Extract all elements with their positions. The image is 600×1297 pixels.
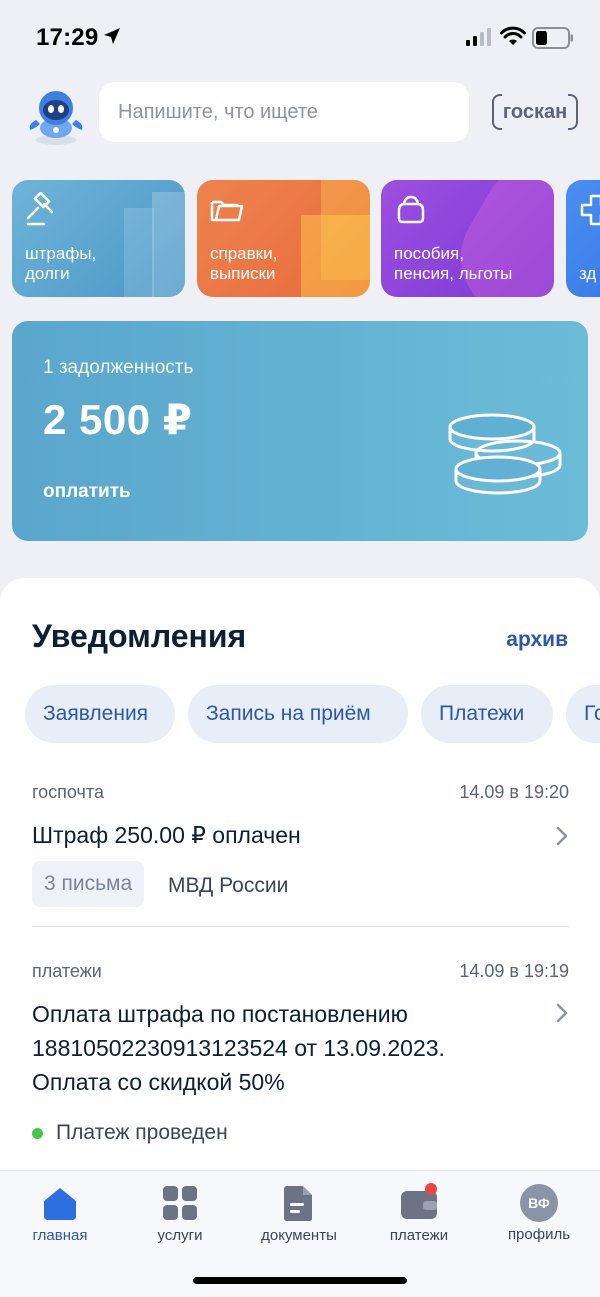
notification-item[interactable]: платежи 14.09 в 19:19 Оплата штрафа по п… (32, 961, 569, 1161)
notification-badge (425, 1183, 437, 1195)
notification-datetime: 14.09 в 19:20 (459, 782, 569, 802)
category-fines-tile[interactable]: штрафы, долги (12, 180, 185, 297)
category-label: справки, выписки (210, 244, 278, 283)
pay-button[interactable]: оплатить (43, 481, 131, 503)
status-success-dot (32, 1128, 43, 1139)
category-label: пособия, пенсия, льготы (394, 244, 513, 283)
grid-icon (163, 1186, 197, 1220)
divider (32, 926, 569, 927)
filter-chips[interactable]: Заявления Запись на приём Платежи Го (0, 685, 600, 743)
medical-cross-icon (580, 194, 600, 226)
category-certificates-tile[interactable]: справки, выписки (197, 180, 370, 297)
wifi-icon (500, 26, 526, 45)
tab-payments[interactable]: платежи (364, 1183, 474, 1244)
wallet-icon (401, 1183, 437, 1219)
filter-chip-applications[interactable]: Заявления (25, 685, 175, 743)
payment-status: Платеж проведен (56, 1121, 228, 1144)
tab-label: документы (261, 1227, 337, 1244)
avatar: ВФ (520, 1184, 558, 1222)
notification-title: Штраф 250.00 ₽ оплачен (32, 822, 301, 848)
notification-datetime: 14.09 в 19:19 (459, 961, 569, 981)
home-indicator (193, 1277, 407, 1284)
filter-chip-payments[interactable]: Платежи (421, 685, 553, 743)
search-input[interactable]: Напишите, что ищете (99, 82, 469, 142)
tab-label: платежи (389, 1227, 449, 1244)
notification-category: платежи (32, 961, 102, 981)
letters-count-badge: 3 письма (32, 861, 145, 907)
status-bar: 17:29 (0, 0, 600, 76)
tab-home[interactable]: главная (5, 1183, 115, 1244)
gavel-icon (26, 192, 54, 226)
tab-label: услуги (157, 1227, 203, 1244)
tab-documents[interactable]: документы (244, 1183, 354, 1244)
tab-services[interactable]: услуги (125, 1183, 235, 1244)
debt-amount: 2 500 ₽ (43, 396, 193, 443)
chevron-right-icon (556, 1003, 568, 1023)
tab-label: профиль (507, 1226, 571, 1243)
notifications-panel: Уведомления архив Заявления Запись на пр… (0, 578, 600, 1218)
battery-icon (532, 27, 573, 49)
notification-title-line: 18810502230913123524 от 13.09.2023. (32, 1035, 445, 1061)
notification-sender: МВД России (168, 874, 289, 897)
wallet-purse-icon (397, 195, 425, 224)
notification-title-line: Оплата штрафа по постановлению (32, 1001, 408, 1027)
folder-icon (210, 200, 244, 222)
notification-item[interactable]: госпочта 14.09 в 19:20 Штраф 250.00 ₽ оп… (32, 782, 569, 912)
category-label: зд (579, 264, 597, 283)
location-arrow-icon (104, 28, 120, 44)
category-label: штрафы, долги (25, 244, 97, 283)
cellular-signal-icon (466, 28, 491, 46)
tab-profile[interactable]: ВФ профиль (484, 1183, 594, 1243)
notification-category: госпочта (32, 782, 104, 802)
scan-button[interactable]: госкан (492, 94, 578, 130)
notification-title-line: Оплата со скидкой 50% (32, 1069, 285, 1095)
filter-chip-appointments[interactable]: Запись на приём (188, 685, 408, 743)
debt-label: 1 задолженность (43, 357, 194, 378)
scan-label: госкан (502, 100, 568, 123)
debt-card[interactable]: 1 задолженность 2 500 ₽ оплатить (12, 321, 588, 541)
tab-label: главная (32, 1227, 88, 1244)
category-carousel[interactable]: штрафы, долги справки, выписки пособия, … (0, 180, 600, 298)
document-icon (284, 1186, 312, 1221)
category-benefits-tile[interactable]: пособия, пенсия, льготы (381, 180, 554, 297)
search-placeholder: Напишите, что ищете (118, 100, 318, 123)
chevron-right-icon (556, 826, 568, 846)
category-health-tile[interactable]: зд (566, 180, 600, 297)
filter-chip-more[interactable]: Го (566, 685, 600, 743)
home-icon (44, 1188, 76, 1220)
coins-icon (448, 413, 562, 495)
robot-assistant-icon[interactable] (24, 84, 88, 148)
notifications-title: Уведомления (32, 618, 247, 654)
status-time: 17:29 (36, 24, 99, 51)
archive-link[interactable]: архив (506, 628, 568, 652)
